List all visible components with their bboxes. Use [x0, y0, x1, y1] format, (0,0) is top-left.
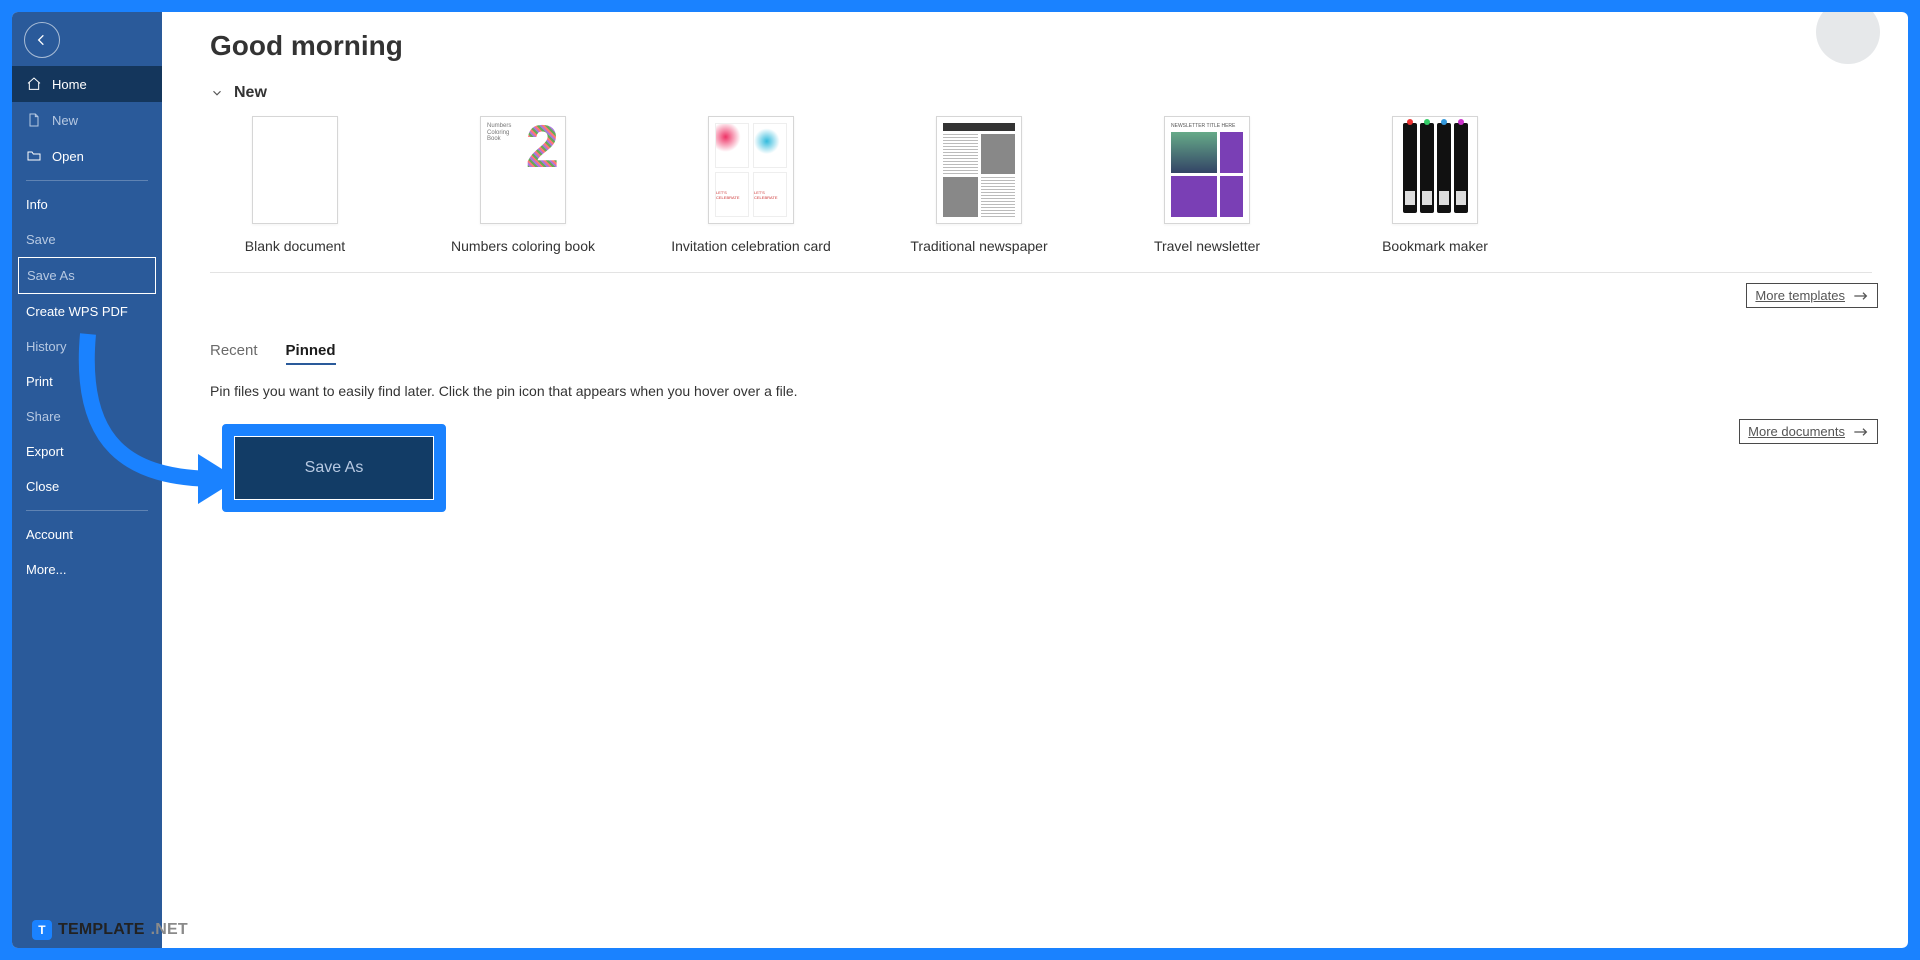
nav-label: Create WPS PDF	[26, 304, 128, 319]
folder-icon	[26, 148, 42, 164]
nav-label: History	[26, 339, 66, 354]
callout-save-as-button: Save As	[234, 436, 434, 500]
more-documents-link[interactable]: More documents	[1739, 419, 1878, 444]
template-blank[interactable]: Blank document	[210, 116, 380, 254]
template-numbers[interactable]: NumbersColoringBook2 Numbers coloring boo…	[438, 116, 608, 254]
arrow-right-icon	[1853, 290, 1869, 302]
watermark: T TEMPLATE .NET	[32, 920, 188, 940]
watermark-text: TEMPLATE	[58, 921, 145, 939]
nav-save-as[interactable]: Save As	[18, 257, 156, 294]
nav-more-[interactable]: More...	[12, 552, 162, 587]
home-icon	[26, 76, 42, 92]
template-label: Numbers coloring book	[451, 238, 595, 254]
nav-label: Account	[26, 527, 73, 542]
nav-label: Share	[26, 409, 61, 424]
nav-label: Home	[52, 77, 87, 92]
nav-label: Open	[52, 149, 84, 164]
template-bookmark[interactable]: Bookmark maker	[1350, 116, 1520, 254]
nav-new[interactable]: New	[12, 102, 162, 138]
nav-label: Export	[26, 444, 64, 459]
template-label: Traditional newspaper	[910, 238, 1047, 254]
more-templates-link[interactable]: More templates	[1746, 283, 1878, 308]
template-thumb	[1392, 116, 1478, 224]
nav-account[interactable]: Account	[12, 517, 162, 552]
greeting-text: Good morning	[210, 30, 1878, 62]
tab-pinned[interactable]: Pinned	[286, 342, 336, 365]
nav-close[interactable]: Close	[12, 469, 162, 504]
watermark-badge-icon: T	[32, 920, 52, 940]
template-label: Invitation celebration card	[671, 238, 831, 254]
more-templates-label: More templates	[1755, 288, 1845, 303]
nav-label: More...	[26, 562, 66, 577]
template-thumb	[936, 116, 1022, 224]
divider	[210, 272, 1872, 273]
new-section-label: New	[234, 84, 267, 102]
separator	[26, 510, 148, 511]
template-travel[interactable]: NEWSLETTER TITLE HERE Travel newsletter	[1122, 116, 1292, 254]
template-thumb: NumbersColoringBook2	[480, 116, 566, 224]
template-news[interactable]: Traditional newspaper	[894, 116, 1064, 254]
pinned-hint: Pin files you want to easily find later.…	[210, 383, 1878, 399]
nav-home[interactable]: Home	[12, 66, 162, 102]
nav-label: Print	[26, 374, 53, 389]
back-button[interactable]	[24, 22, 60, 58]
new-section-toggle[interactable]: New	[210, 84, 1878, 102]
nav-create-wps-pdf[interactable]: Create WPS PDF	[12, 294, 162, 329]
nav-label: Save As	[27, 268, 75, 283]
arrow-left-icon	[34, 32, 50, 48]
callout-label: Save As	[305, 459, 364, 477]
arrow-right-icon	[1853, 426, 1869, 438]
template-thumb: LET'S CELEBRATELET'S CELEBRATE	[708, 116, 794, 224]
watermark-net: .NET	[151, 921, 188, 939]
tutorial-callout-save-as: Save As	[222, 424, 446, 512]
nav-label: Close	[26, 479, 59, 494]
nav-share[interactable]: Share	[12, 399, 162, 434]
template-label: Travel newsletter	[1154, 238, 1260, 254]
templates-row: Blank documentNumbersColoringBook2Number…	[210, 116, 1878, 272]
separator	[26, 180, 148, 181]
template-label: Bookmark maker	[1382, 238, 1488, 254]
template-label: Blank document	[245, 238, 345, 254]
tutorial-frame: Home New Open Info Save Save As Create WPS PD…	[0, 0, 1920, 960]
chevron-down-icon	[210, 86, 224, 100]
template-invite[interactable]: LET'S CELEBRATELET'S CELEBRATE Invitation…	[666, 116, 836, 254]
recent-pinned-tabs: Recent Pinned	[210, 342, 1878, 365]
nav-print[interactable]: Print	[12, 364, 162, 399]
template-thumb: NEWSLETTER TITLE HERE	[1164, 116, 1250, 224]
template-thumb	[252, 116, 338, 224]
nav-history[interactable]: History	[12, 329, 162, 364]
nav-label: Save	[26, 232, 56, 247]
nav-label: Info	[26, 197, 48, 212]
nav-info[interactable]: Info	[12, 187, 162, 222]
nav-label: New	[52, 113, 78, 128]
backstage-sidebar: Home New Open Info Save Save As Create WPS PD…	[12, 12, 162, 948]
tab-recent[interactable]: Recent	[210, 342, 258, 365]
word-backstage-window: Home New Open Info Save Save As Create WPS PD…	[12, 12, 1908, 948]
nav-export[interactable]: Export	[12, 434, 162, 469]
nav-open[interactable]: Open	[12, 138, 162, 174]
more-documents-label: More documents	[1748, 424, 1845, 439]
file-icon	[26, 112, 42, 128]
nav-save[interactable]: Save	[12, 222, 162, 257]
